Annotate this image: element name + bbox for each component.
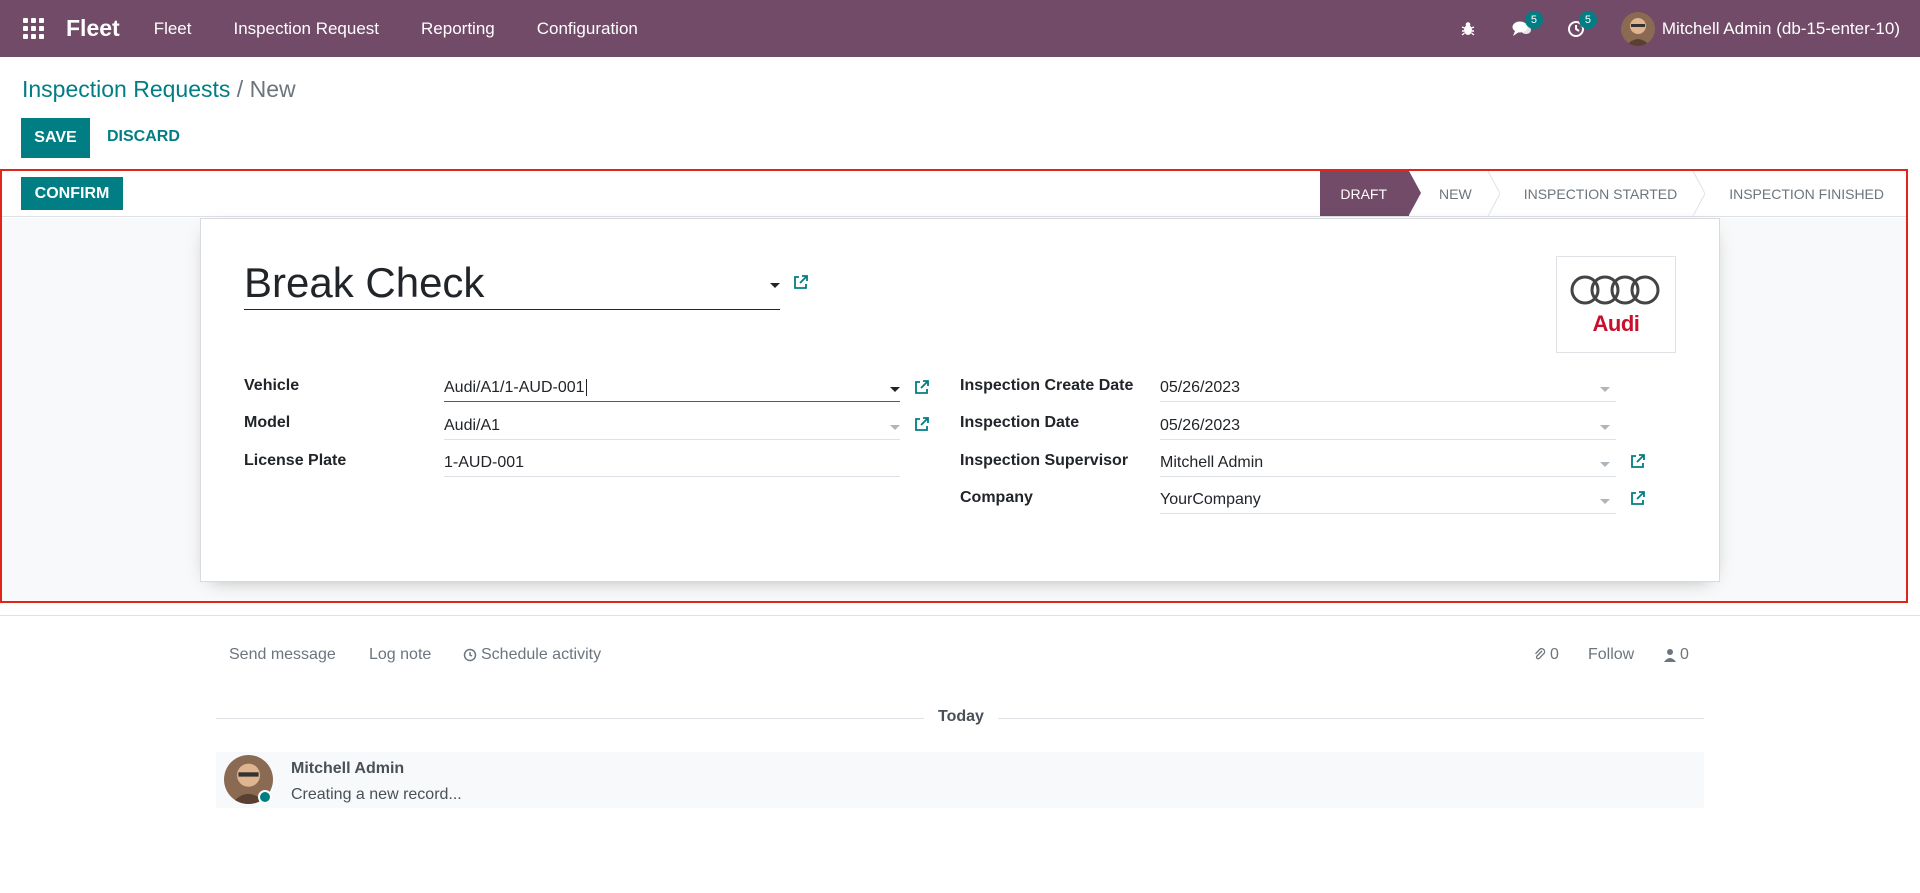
- menu-configuration[interactable]: Configuration: [537, 19, 638, 39]
- attachments-count: 0: [1550, 646, 1559, 663]
- top-navbar: Fleet Fleet Inspection Request Reporting…: [0, 0, 1920, 57]
- schedule-activity-label: Schedule activity: [481, 646, 602, 663]
- activities-clock-icon[interactable]: 5: [1549, 0, 1603, 57]
- message-body: Creating a new record...: [291, 786, 462, 803]
- save-button[interactable]: SAVE: [21, 118, 90, 158]
- messages-icon[interactable]: 5: [1495, 0, 1549, 57]
- send-message-button[interactable]: Send message: [229, 646, 336, 664]
- user-name: Mitchell Admin (db-15-enter-10): [1661, 18, 1900, 38]
- clock-icon: [463, 648, 477, 662]
- menu-fleet[interactable]: Fleet: [154, 19, 192, 39]
- stage-arrow: [1409, 171, 1422, 215]
- followers-count: 0: [1680, 646, 1689, 663]
- messages-badge: 5: [1524, 11, 1543, 29]
- discard-button[interactable]: DISCARD: [107, 128, 180, 146]
- breadcrumb-current: New: [249, 76, 296, 102]
- chevron-right-icon: [1487, 171, 1500, 216]
- app-brand[interactable]: Fleet: [66, 15, 120, 42]
- avatar: [1620, 11, 1655, 46]
- debug-bug-icon[interactable]: [1441, 0, 1495, 57]
- message-author[interactable]: Mitchell Admin: [291, 760, 404, 778]
- menu-inspection-request[interactable]: Inspection Request: [233, 19, 379, 39]
- followers-button[interactable]: 0: [1664, 646, 1689, 664]
- activities-badge: 5: [1578, 11, 1597, 29]
- user-icon: [1664, 649, 1676, 662]
- menu-reporting[interactable]: Reporting: [421, 19, 495, 39]
- highlight-frame: [0, 169, 1908, 603]
- breadcrumb-parent-link[interactable]: Inspection Requests: [22, 76, 230, 102]
- user-menu[interactable]: Mitchell Admin (db-15-enter-10): [1620, 11, 1900, 46]
- attachments-button[interactable]: 0: [1533, 646, 1559, 664]
- apps-menu-icon[interactable]: [0, 0, 66, 57]
- online-status-icon: [258, 790, 272, 804]
- follow-button[interactable]: Follow: [1588, 646, 1634, 664]
- breadcrumb-separator: /: [236, 76, 244, 102]
- chatter-divider: [0, 615, 1920, 616]
- schedule-activity-button[interactable]: Schedule activity: [463, 646, 601, 664]
- paperclip-icon: [1535, 648, 1546, 660]
- chatter-message: Mitchell Admin Creating a new record...: [216, 752, 1704, 808]
- log-note-button[interactable]: Log note: [369, 646, 431, 664]
- chevron-right-icon: [1693, 171, 1706, 216]
- breadcrumb: Inspection Requests / New: [22, 76, 296, 103]
- date-separator: Today: [924, 708, 998, 726]
